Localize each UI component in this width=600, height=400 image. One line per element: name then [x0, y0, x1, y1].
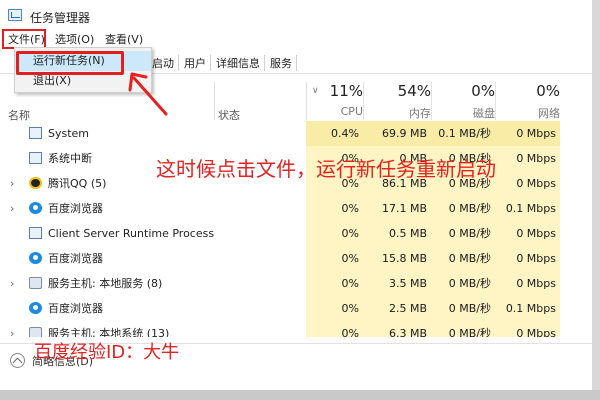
- process-memory: 15.8 MB: [363, 246, 431, 271]
- cpu-total-percent: 11%: [329, 82, 363, 100]
- process-network: 0.1 Mbps: [495, 296, 560, 321]
- process-disk: 0.1 MB/秒: [431, 121, 495, 146]
- chevron-up-circle-icon[interactable]: [10, 353, 25, 368]
- service-host-icon: [29, 327, 42, 337]
- system-window-icon: [29, 152, 42, 164]
- system-window-icon: [29, 227, 42, 239]
- expand-chevron-icon[interactable]: ›: [10, 321, 14, 337]
- menu-options[interactable]: 选项(O): [55, 31, 94, 47]
- menu-bar: 文件(F) 选项(O) 查看(V): [0, 30, 600, 48]
- tab-services[interactable]: 服务: [266, 55, 297, 71]
- process-disk: 0 MB/秒: [431, 271, 495, 296]
- process-network: 0.1 Mbps: [495, 196, 560, 221]
- column-disk-header[interactable]: 0% 磁盘: [431, 82, 495, 121]
- process-cpu: 0%: [306, 321, 363, 337]
- task-manager-window: 任务管理器 文件(F) 选项(O) 查看(V) 启动 用户 详细信息 服务 名称…: [0, 0, 600, 400]
- process-row[interactable]: › 服务主机: 本地服务 (8) 0% 3.5 MB 0 MB/秒 0 Mbps: [0, 271, 600, 296]
- menu-view[interactable]: 查看(V): [105, 31, 143, 47]
- process-memory: 17.1 MB: [363, 196, 431, 221]
- watermark-text: 百度经验ID：大牛: [34, 342, 180, 363]
- process-network: 0 Mbps: [495, 271, 560, 296]
- process-disk: 0 MB/秒: [431, 296, 495, 321]
- service-host-icon: [29, 277, 42, 289]
- system-window-icon: [29, 127, 42, 139]
- cpu-label: CPU: [340, 105, 363, 118]
- process-name: System: [48, 127, 90, 140]
- process-disk: 0 MB/秒: [431, 196, 495, 221]
- process-disk: 0 MB/秒: [431, 246, 495, 271]
- column-divider[interactable]: [306, 82, 307, 120]
- window-edge-right: [592, 0, 600, 400]
- disk-total-percent: 0%: [471, 82, 495, 100]
- process-name: 百度浏览器: [48, 302, 103, 315]
- baidu-browser-icon: [29, 202, 42, 214]
- process-cpu: 0%: [306, 296, 363, 321]
- process-name: 服务主机: 本地系统 (13): [48, 327, 170, 337]
- process-row[interactable]: Client Server Runtime Process 0% 0.5 MB 0 M…: [0, 221, 600, 246]
- column-divider[interactable]: [214, 82, 215, 120]
- process-row[interactable]: System 0.4% 69.9 MB 0.1 MB/秒 0 Mbps: [0, 121, 600, 146]
- process-disk: 0 MB/秒: [431, 221, 495, 246]
- process-name: Client Server Runtime Process: [48, 227, 215, 240]
- process-memory: 3.5 MB: [363, 271, 431, 296]
- task-manager-app-icon: [8, 9, 22, 21]
- process-name: 系统中断: [48, 152, 92, 165]
- column-network-header[interactable]: 0% 网络: [495, 82, 560, 121]
- baidu-browser-icon: [29, 252, 42, 264]
- process-cpu: 0%: [306, 246, 363, 271]
- window-edge-bottom: [0, 390, 600, 400]
- process-cpu: 0%: [306, 221, 363, 246]
- title-bar: 任务管理器: [0, 0, 600, 30]
- process-network: 0 Mbps: [495, 146, 560, 171]
- process-row[interactable]: › 服务主机: 本地系统 (13) 0% 6.3 MB 0 MB/秒 0 Mbps: [0, 321, 600, 337]
- memory-label: 内存: [409, 107, 431, 120]
- tab-details[interactable]: 详细信息: [212, 55, 265, 71]
- process-row[interactable]: 百度浏览器 0% 15.8 MB 0 MB/秒 0 Mbps: [0, 246, 600, 271]
- disk-label: 磁盘: [473, 107, 495, 120]
- process-network: 0 Mbps: [495, 221, 560, 246]
- process-row[interactable]: 百度浏览器 0% 2.5 MB 0 MB/秒 0.1 Mbps: [0, 296, 600, 321]
- process-row[interactable]: › 百度浏览器 0% 17.1 MB 0 MB/秒 0.1 Mbps: [0, 196, 600, 221]
- process-memory: 2.5 MB: [363, 296, 431, 321]
- process-network: 0 Mbps: [495, 321, 560, 337]
- process-cpu: 0.4%: [306, 121, 363, 146]
- column-memory-header[interactable]: 54% 内存: [363, 82, 431, 121]
- network-total-percent: 0%: [536, 82, 560, 100]
- process-disk: 0 MB/秒: [431, 321, 495, 337]
- expand-chevron-icon[interactable]: ›: [10, 171, 14, 196]
- column-cpu-header[interactable]: 11% CPU: [306, 82, 363, 118]
- file-menu-highlight-box: [2, 29, 46, 49]
- network-label: 网络: [538, 107, 560, 120]
- qq-penguin-icon: [29, 177, 42, 189]
- expand-chevron-icon[interactable]: ›: [10, 196, 14, 221]
- process-memory: 0.5 MB: [363, 221, 431, 246]
- process-network: 0 Mbps: [495, 246, 560, 271]
- window-title: 任务管理器: [30, 11, 91, 25]
- expand-chevron-icon[interactable]: ›: [10, 271, 14, 296]
- column-divider[interactable]: [431, 82, 432, 120]
- process-name: 服务主机: 本地服务 (8): [48, 277, 163, 290]
- process-network: 0 Mbps: [495, 171, 560, 196]
- tab-users[interactable]: 用户: [180, 55, 211, 71]
- process-memory: 69.9 MB: [363, 121, 431, 146]
- column-divider[interactable]: [363, 82, 364, 120]
- baidu-browser-icon: [29, 302, 42, 314]
- process-name: 百度浏览器: [48, 252, 103, 265]
- red-pointer-arrow-icon: [128, 72, 168, 116]
- instruction-annotation: 这时候点击文件，运行新任务重新启动: [156, 157, 496, 181]
- process-memory: 6.3 MB: [363, 321, 431, 337]
- memory-total-percent: 54%: [397, 82, 431, 100]
- process-cpu: 0%: [306, 196, 363, 221]
- process-name: 百度浏览器: [48, 202, 103, 215]
- process-name: 腾讯QQ (5): [48, 177, 107, 190]
- process-cpu: 0%: [306, 271, 363, 296]
- process-network: 0 Mbps: [495, 121, 560, 146]
- run-new-task-highlight-box: [16, 51, 124, 75]
- column-divider[interactable]: [495, 82, 496, 120]
